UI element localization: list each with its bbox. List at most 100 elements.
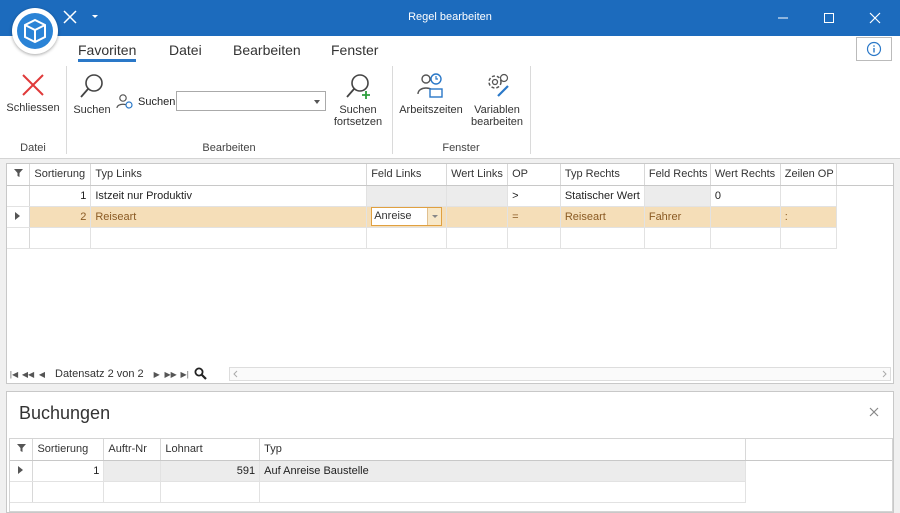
suchen-fortsetzen-button[interactable]: Suchen fortsetzen — [330, 72, 386, 128]
cell-lohnart[interactable]: 591 — [160, 460, 261, 482]
row-indicator[interactable] — [7, 185, 31, 207]
last-record-icon[interactable]: ▶| — [178, 370, 192, 379]
prev-record-icon[interactable]: ◀ — [35, 370, 49, 379]
cell-empty — [836, 227, 893, 248]
cell-feld-rechts[interactable] — [644, 185, 711, 207]
app-logo-icon[interactable] — [12, 8, 58, 54]
cell-new[interactable] — [103, 481, 162, 503]
col-header-op[interactable]: OP — [507, 164, 561, 186]
cell-typ-rechts[interactable]: Statischer Wert — [560, 185, 645, 207]
row-indicator[interactable] — [7, 227, 31, 249]
next-record-icon[interactable]: ▶ — [150, 370, 164, 379]
panel-close-icon[interactable] — [868, 406, 880, 418]
cell-wert-rechts[interactable] — [710, 206, 781, 228]
cell-feld-links-editor[interactable]: Anreise — [366, 206, 448, 228]
tab-favoriten[interactable]: Favoriten — [78, 42, 137, 62]
prev-page-icon[interactable]: ◀◀ — [21, 370, 35, 379]
feld-links-dropdown[interactable]: Anreise — [371, 207, 443, 226]
suchen-button[interactable]: Suchen — [72, 72, 112, 116]
table-row[interactable]: 1 591 Auf Anreise Baustelle — [10, 460, 892, 482]
cell-sortierung[interactable]: 1 — [29, 185, 92, 207]
group-separator — [66, 66, 67, 154]
col-header-typ-links[interactable]: Typ Links — [90, 164, 368, 186]
col-header-zeilen-op[interactable]: Zeilen OP — [780, 164, 837, 186]
row-indicator[interactable] — [10, 481, 34, 503]
filter-icon[interactable] — [10, 439, 34, 461]
cell-auftr-nr[interactable] — [103, 460, 162, 482]
cell-wert-links[interactable] — [446, 206, 509, 228]
cell-new[interactable] — [259, 481, 746, 503]
cell-zeilen-op[interactable]: : — [780, 206, 837, 228]
cell-wert-links[interactable] — [446, 185, 509, 207]
suchen-fortsetzen-label-1: Suchen — [339, 104, 377, 116]
cell-feld-rechts[interactable]: Fahrer — [644, 206, 711, 228]
cell-new[interactable] — [710, 227, 781, 249]
col-header-lohnart[interactable]: Lohnart — [160, 439, 261, 461]
new-row[interactable] — [7, 227, 893, 249]
cell-new[interactable] — [90, 227, 368, 249]
filter-icon[interactable] — [7, 164, 31, 186]
col-header-wert-links[interactable]: Wert Links — [446, 164, 509, 186]
cell-new[interactable] — [160, 481, 261, 503]
cell-new[interactable] — [29, 227, 92, 249]
variablen-bearbeiten-button[interactable]: Variablen bearbeiten — [466, 70, 528, 128]
info-button[interactable] — [856, 37, 892, 61]
chevron-down-icon[interactable] — [314, 100, 320, 104]
cell-sortierung[interactable]: 1 — [32, 460, 105, 482]
col-header-feld-rechts[interactable]: Feld Rechts — [644, 164, 711, 186]
cell-empty — [836, 206, 893, 227]
feld-links-value: Anreise — [374, 210, 412, 222]
tab-bearbeiten[interactable]: Bearbeiten — [233, 42, 301, 58]
col-header-wert-rechts[interactable]: Wert Rechts — [710, 164, 781, 186]
cell-sortierung[interactable]: 2 — [29, 206, 92, 228]
cell-new[interactable] — [446, 227, 509, 249]
arbeitszeiten-button[interactable]: Arbeitszeiten — [398, 70, 464, 116]
cell-new[interactable] — [560, 227, 645, 249]
cell-new[interactable] — [780, 227, 837, 249]
cell-new[interactable] — [32, 481, 105, 503]
col-header-auftr-nr[interactable]: Auftr-Nr — [103, 439, 162, 461]
cell-feld-links[interactable] — [366, 185, 448, 207]
col-header-sortierung[interactable]: Sortierung — [29, 164, 92, 186]
col-header-typ-rechts[interactable]: Typ Rechts — [560, 164, 645, 186]
schliessen-button[interactable]: Schliessen — [6, 72, 60, 114]
cell-op[interactable]: > — [507, 185, 561, 207]
row-indicator-current[interactable] — [10, 460, 34, 482]
table-row-selected[interactable]: 2 Reiseart Anreise = Reiseart Fahrer : — [7, 206, 893, 228]
col-header-feld-links[interactable]: Feld Links — [366, 164, 448, 186]
new-row[interactable] — [10, 481, 892, 503]
next-page-icon[interactable]: ▶▶ — [164, 370, 178, 379]
table-row[interactable]: 1 Istzeit nur Produktiv > Statischer Wer… — [7, 185, 893, 207]
cell-typ-rechts[interactable]: Reiseart — [560, 206, 645, 228]
schliessen-label: Schliessen — [6, 102, 60, 114]
col-header-typ[interactable]: Typ — [259, 439, 746, 461]
row-indicator-current[interactable] — [7, 206, 31, 228]
maximize-button[interactable] — [806, 0, 852, 36]
variablen-label-1: Variablen — [474, 104, 520, 116]
minimize-button[interactable] — [760, 0, 806, 36]
tab-fenster[interactable]: Fenster — [331, 42, 378, 58]
search-combobox[interactable] — [176, 91, 326, 111]
close-window-button[interactable] — [852, 0, 898, 36]
find-icon[interactable] — [192, 367, 210, 382]
horizontal-scrollbar[interactable] — [229, 367, 891, 381]
group-label-datei: Datei — [20, 142, 46, 154]
cell-typ[interactable]: Auf Anreise Baustelle — [259, 460, 746, 482]
col-header-sortierung[interactable]: Sortierung — [32, 439, 105, 461]
cell-empty — [745, 460, 892, 481]
col-header-empty — [836, 164, 893, 186]
search-inline-label: Suchen — [116, 92, 175, 112]
cell-new[interactable] — [644, 227, 711, 249]
cell-typ-links[interactable]: Istzeit nur Produktiv — [90, 185, 368, 207]
tab-datei[interactable]: Datei — [169, 42, 202, 58]
cell-zeilen-op[interactable] — [780, 185, 837, 207]
first-record-icon[interactable]: |◀ — [7, 370, 21, 379]
group-separator — [530, 66, 531, 154]
cell-empty — [836, 185, 893, 206]
cell-wert-rechts[interactable]: 0 — [710, 185, 781, 207]
chevron-down-icon[interactable] — [427, 208, 442, 225]
cell-op[interactable]: = — [507, 206, 561, 228]
cell-new[interactable] — [366, 227, 448, 249]
cell-typ-links[interactable]: Reiseart — [90, 206, 368, 228]
cell-new[interactable] — [507, 227, 561, 249]
